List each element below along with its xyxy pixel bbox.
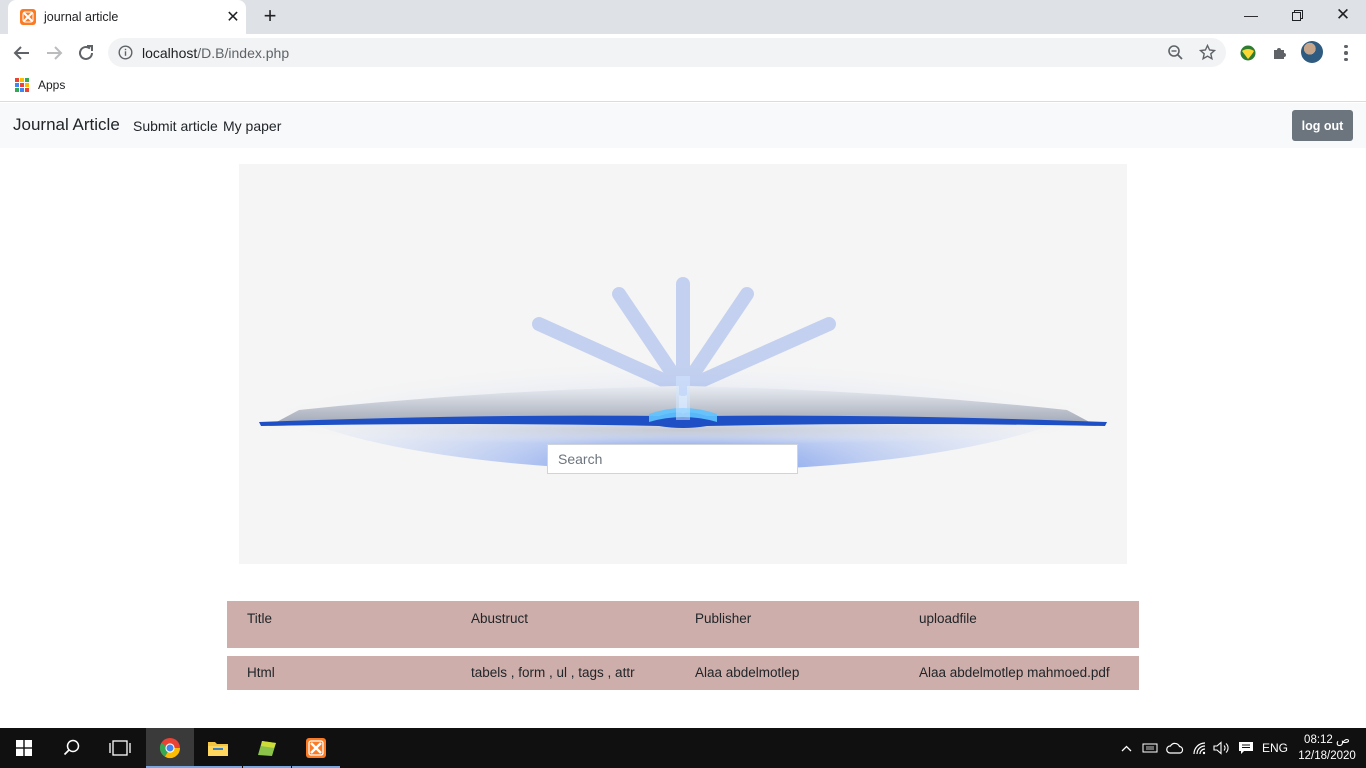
nav-link-my-paper[interactable]: My paper	[223, 118, 281, 134]
cell-publisher: Alaa abdelmotlep	[695, 665, 800, 680]
logout-button[interactable]: log out	[1292, 110, 1353, 141]
cell-abstract: tabels , form , ul , tags , attr	[471, 665, 635, 680]
apps-bookmark[interactable]: Apps	[38, 78, 65, 92]
table-row: Html tabels , form , ul , tags , attr Al…	[227, 656, 1139, 690]
volume-speaker-icon[interactable]	[1212, 728, 1232, 768]
bookmarks-bar: Apps	[0, 72, 1366, 102]
address-bar[interactable]: localhost/D.B/index.php	[108, 38, 1226, 67]
forward-arrow-icon[interactable]	[39, 38, 69, 68]
column-header-title: Title	[247, 611, 273, 626]
search-icon[interactable]	[48, 728, 96, 768]
input-indicator-icon[interactable]	[1140, 728, 1160, 768]
windows-start-icon[interactable]	[0, 728, 48, 768]
restore-window-icon[interactable]	[1274, 0, 1320, 30]
extension-globe-icon[interactable]	[1237, 42, 1259, 64]
language-indicator[interactable]: ENG	[1258, 728, 1292, 768]
show-hidden-icons-chevron-up-icon[interactable]	[1116, 728, 1136, 768]
hero-banner	[239, 164, 1127, 564]
info-icon[interactable]	[118, 45, 133, 60]
new-tab-plus-icon[interactable]: +	[258, 5, 282, 29]
nav-link-submit-article[interactable]: Submit article	[133, 118, 218, 134]
chrome-taskbar-icon[interactable]	[146, 728, 194, 768]
column-header-publisher: Publisher	[695, 611, 752, 626]
minimize-window-icon[interactable]: —	[1228, 0, 1274, 30]
close-tab-icon[interactable]: ✕	[224, 8, 242, 26]
notifications-message-icon[interactable]	[1236, 728, 1256, 768]
file-explorer-icon[interactable]	[194, 728, 242, 768]
back-arrow-icon[interactable]	[7, 38, 37, 68]
cell-uploadfile-link[interactable]: Alaa abdelmotlep mahmoed.pdf	[919, 665, 1110, 680]
table-header-row: Title Abustruct Publisher uploadfile	[227, 601, 1139, 648]
column-header-uploadfile: uploadfile	[919, 611, 977, 626]
site-brand[interactable]: Journal Article	[13, 115, 120, 135]
reload-icon[interactable]	[71, 38, 101, 68]
windows-taskbar: ENG 08:12 ص 12/18/2020	[0, 728, 1366, 768]
notes-app-icon[interactable]	[243, 728, 291, 768]
bookmark-star-icon[interactable]	[1199, 44, 1216, 61]
apps-grid-icon[interactable]	[15, 78, 29, 92]
profile-avatar[interactable]	[1301, 41, 1323, 63]
extensions-puzzle-icon[interactable]	[1269, 42, 1291, 64]
xampp-favicon-icon	[20, 9, 36, 25]
clock-time: 08:12 ص	[1304, 734, 1350, 746]
clock-date: 12/18/2020	[1298, 750, 1356, 762]
wifi-network-icon[interactable]	[1190, 728, 1210, 768]
xampp-taskbar-icon[interactable]	[292, 728, 340, 768]
task-view-icon[interactable]	[96, 728, 144, 768]
tab-title: journal article	[44, 10, 119, 24]
onedrive-cloud-icon[interactable]	[1164, 728, 1186, 768]
open-book-illustration	[253, 277, 1113, 471]
browser-tab[interactable]: journal article ✕	[8, 0, 246, 34]
cell-title: Html	[247, 665, 275, 680]
site-navbar: Journal Article Submit article My paper …	[0, 103, 1366, 148]
search-input[interactable]	[547, 444, 798, 474]
zoom-out-icon[interactable]	[1167, 44, 1184, 61]
browser-tab-strip: journal article ✕ + — ✕	[0, 0, 1366, 34]
browser-toolbar: localhost/D.B/index.php	[0, 34, 1366, 72]
chrome-menu-icon[interactable]	[1336, 42, 1356, 64]
close-window-icon[interactable]: ✕	[1320, 0, 1366, 30]
url-text: localhost/D.B/index.php	[142, 45, 290, 61]
column-header-abstract: Abustruct	[471, 611, 529, 626]
system-clock[interactable]: 08:12 ص 12/18/2020	[1290, 732, 1364, 764]
